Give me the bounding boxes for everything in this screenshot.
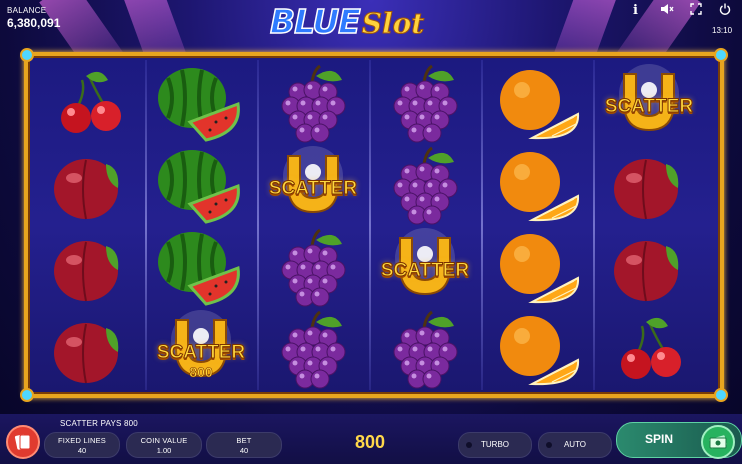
power-icon[interactable] [719,3,731,18]
win-message: SCATTER PAYS 800 [60,419,138,428]
symbol-plum [34,226,144,308]
auto-toggle[interactable]: AUTO [538,432,612,458]
coin-value-value: 1.00 [156,446,172,455]
reel-6: SCATTER [594,62,704,390]
symbol-scatter: SCATTER [370,226,480,308]
win-amount: 800 [354,432,386,452]
orange-icon [482,144,592,226]
symbol-watermelon [146,62,256,144]
symbol-plum [594,144,704,226]
plum-icon [34,308,144,390]
cards-icon [14,434,31,450]
cherry-icon [594,308,704,390]
symbol-cherry [594,308,704,390]
auto-indicator [546,442,552,448]
top-bar: BALANCE 6,380,091 BLUESlot i 13:10 [0,0,742,48]
scatter-label: SCATTER [156,342,246,364]
symbol-orange [482,144,592,226]
symbol-orange [482,62,592,144]
frame-corner-gem [20,48,34,62]
fixed-lines-label: FIXED LINES [57,436,107,445]
coin-value-label: COIN VALUE [140,436,188,445]
spin-button[interactable]: SPIN [616,422,742,459]
symbol-plum [34,144,144,226]
symbol-scatter: SCATTER 800 [146,308,256,390]
info-icon[interactable]: i [633,3,638,18]
clock: 13:10 [712,26,733,35]
watermelon-icon [146,144,256,226]
grapes-icon [370,62,480,144]
spin-label: SPIN [645,432,674,446]
scatter-label: SCATTER [268,178,358,200]
reel-2: SCATTER 800 [146,62,256,390]
turbo-indicator [466,442,472,448]
symbol-scatter: SCATTER [258,144,368,226]
reel-1 [34,62,144,390]
scatter-win-amount: 800 [189,364,213,381]
watermelon-icon [146,226,256,308]
reel-3: SCATTER [258,62,368,390]
fullscreen-icon[interactable] [690,3,702,18]
symbol-grapes [258,62,368,144]
symbol-grapes [370,144,480,226]
plum-icon [34,226,144,308]
symbol-orange [482,308,592,390]
reels-frame: SCATTER 800 SCATTER SCATTER SCATTER [20,48,728,402]
cherry-icon [34,62,144,144]
symbol-grapes [370,62,480,144]
balance-label: BALANCE [7,6,47,15]
game-logo: BLUESlot [269,1,470,46]
bet-value: 40 [239,446,249,455]
logo-slot-text: Slot [361,7,425,41]
symbol-watermelon [146,144,256,226]
frame-corner-gem [20,388,34,402]
symbol-scatter: SCATTER [594,62,704,144]
sound-off-icon[interactable] [660,3,674,18]
grapes-icon [370,308,480,390]
bet-label: BET [236,436,252,445]
symbol-grapes [258,308,368,390]
orange-icon [482,226,592,308]
orange-icon [482,62,592,144]
logo-blue-text: BLUE [269,1,361,42]
turbo-toggle[interactable]: TURBO [458,432,532,458]
reel-4: SCATTER [370,62,480,390]
coin-value-control[interactable]: COIN VALUE 1.00 [126,432,202,458]
frame-corner-gem [714,48,728,62]
grapes-icon [258,62,368,144]
symbol-grapes [258,226,368,308]
scatter-label: SCATTER [604,96,694,118]
orange-icon [482,308,592,390]
reel-5 [482,62,592,390]
scatter-label: SCATTER [380,260,470,282]
plum-icon [34,144,144,226]
fixed-lines-control[interactable]: FIXED LINES 40 [44,432,120,458]
frame-corner-gem [714,388,728,402]
grapes-icon [370,144,480,226]
fixed-lines-value: 40 [77,446,87,455]
balance-value: 6,380,091 [7,16,61,30]
grapes-icon [258,308,368,390]
symbol-plum [594,226,704,308]
spin-money-icon [701,425,735,459]
watermelon-icon [146,62,256,144]
symbol-cherry [34,62,144,144]
grapes-icon [258,226,368,308]
symbol-orange [482,226,592,308]
bet-control[interactable]: BET 40 [206,432,282,458]
symbol-plum [34,308,144,390]
plum-icon [594,144,704,226]
symbol-watermelon [146,226,256,308]
menu-button[interactable] [6,425,40,459]
symbol-grapes [370,308,480,390]
plum-icon [594,226,704,308]
